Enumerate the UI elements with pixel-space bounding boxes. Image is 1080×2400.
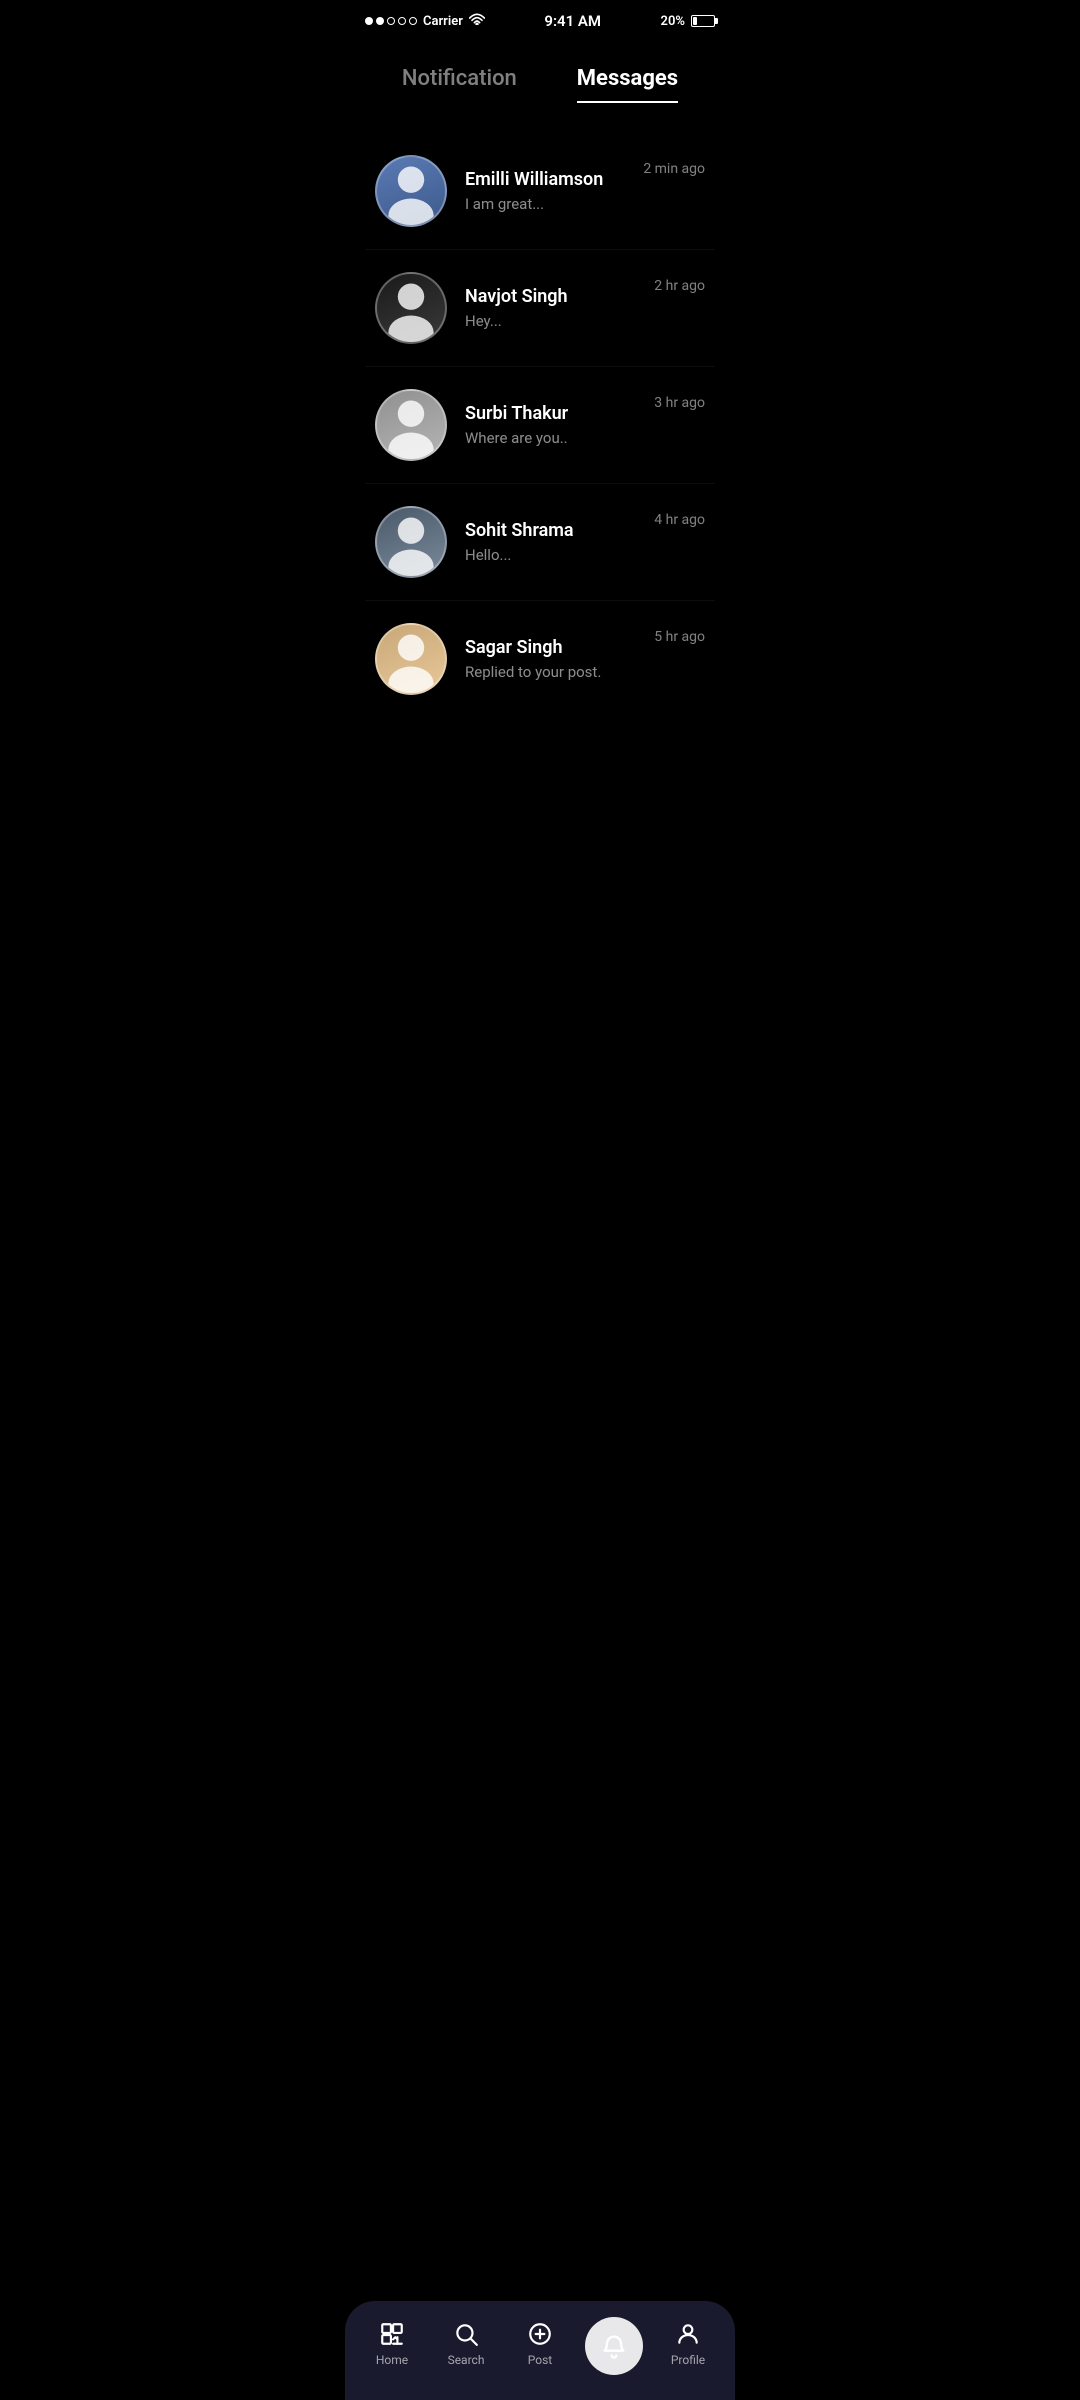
post-icon: [526, 2320, 554, 2348]
nav-label-post: Post: [528, 2353, 552, 2367]
carrier-label: Carrier: [423, 14, 463, 29]
avatar-sohit: [375, 506, 447, 578]
nav-label-profile: Profile: [671, 2353, 705, 2367]
person-svg-navjot: [377, 272, 445, 344]
status-time: 9:41 AM: [544, 12, 601, 30]
message-name-sohit: Sohit Shrama: [465, 520, 636, 541]
message-content-surbi: Surbi Thakur Where are you..: [465, 403, 636, 447]
nav-item-profile[interactable]: Profile: [658, 2320, 718, 2367]
avatar-surbi: [375, 389, 447, 461]
search-icon: [452, 2320, 480, 2348]
battery-fill: [693, 17, 697, 25]
message-name-emilli: Emilli Williamson: [465, 169, 625, 190]
nav-label-home: Home: [376, 2353, 408, 2367]
message-preview-navjot: Hey...: [465, 312, 636, 330]
message-item-sohit[interactable]: Sohit Shrama Hello... 4 hr ago: [365, 484, 715, 601]
avatar-sagar: [375, 623, 447, 695]
status-right: 20%: [661, 14, 715, 29]
avatar-container-navjot: [375, 272, 447, 344]
nav-label-search: Search: [448, 2353, 485, 2367]
avatar-container-sagar: [375, 623, 447, 695]
message-time-emilli: 2 min ago: [643, 161, 705, 177]
avatar-navjot: [375, 272, 447, 344]
tab-notification[interactable]: Notification: [402, 66, 517, 103]
person-svg-emilli: [377, 155, 445, 227]
signal-dot-4: [398, 17, 406, 25]
message-item-sagar[interactable]: Sagar Singh Replied to your post. 5 hr a…: [365, 601, 715, 717]
bell-circle: [585, 2317, 643, 2375]
message-preview-sagar: Replied to your post.: [465, 663, 636, 681]
message-item-navjot[interactable]: Navjot Singh Hey... 2 hr ago: [365, 250, 715, 367]
message-time-sagar: 5 hr ago: [654, 629, 705, 645]
nav-item-notifications[interactable]: [584, 2317, 644, 2370]
signal-dot-2: [376, 17, 384, 25]
nav-item-home[interactable]: Home: [362, 2320, 422, 2367]
message-item-emilli[interactable]: Emilli Williamson I am great... 2 min ag…: [365, 133, 715, 250]
battery-icon: [691, 15, 715, 27]
message-name-navjot: Navjot Singh: [465, 286, 636, 307]
avatar-emilli: [375, 155, 447, 227]
message-item-surbi[interactable]: Surbi Thakur Where are you.. 3 hr ago: [365, 367, 715, 484]
wifi-icon: [469, 13, 485, 29]
tab-messages[interactable]: Messages: [577, 66, 678, 103]
nav-item-search[interactable]: Search: [436, 2320, 496, 2367]
messages-list: Emilli Williamson I am great... 2 min ag…: [345, 113, 735, 717]
signal-dot-5: [409, 17, 417, 25]
message-content-sohit: Sohit Shrama Hello...: [465, 520, 636, 564]
message-time-surbi: 3 hr ago: [654, 395, 705, 411]
signal-dot-1: [365, 17, 373, 25]
message-time-navjot: 2 hr ago: [654, 278, 705, 294]
nav-item-post[interactable]: Post: [510, 2320, 570, 2367]
signal-dot-3: [387, 17, 395, 25]
person-svg-sagar: [377, 623, 445, 695]
home-icon: [378, 2320, 406, 2348]
person-svg-surbi: [377, 389, 445, 461]
avatar-container-sohit: [375, 506, 447, 578]
message-preview-emilli: I am great...: [465, 195, 625, 213]
message-name-sagar: Sagar Singh: [465, 637, 636, 658]
avatar-container-emilli: [375, 155, 447, 227]
message-content-navjot: Navjot Singh Hey...: [465, 286, 636, 330]
bottom-nav: Home Search Post: [345, 2301, 735, 2400]
message-content-sagar: Sagar Singh Replied to your post.: [465, 637, 636, 681]
message-content-emilli: Emilli Williamson I am great...: [465, 169, 625, 213]
person-svg-sohit: [377, 506, 445, 578]
message-name-surbi: Surbi Thakur: [465, 403, 636, 424]
status-left: Carrier: [365, 13, 485, 29]
status-bar: Carrier 9:41 AM 20%: [345, 0, 735, 36]
message-preview-sohit: Hello...: [465, 546, 636, 564]
avatar-container-surbi: [375, 389, 447, 461]
battery-percent: 20%: [661, 14, 685, 29]
message-time-sohit: 4 hr ago: [654, 512, 705, 528]
profile-icon: [674, 2320, 702, 2348]
tab-bar: Notification Messages: [345, 46, 735, 103]
message-preview-surbi: Where are you..: [465, 429, 636, 447]
signal-dots: [365, 17, 417, 25]
